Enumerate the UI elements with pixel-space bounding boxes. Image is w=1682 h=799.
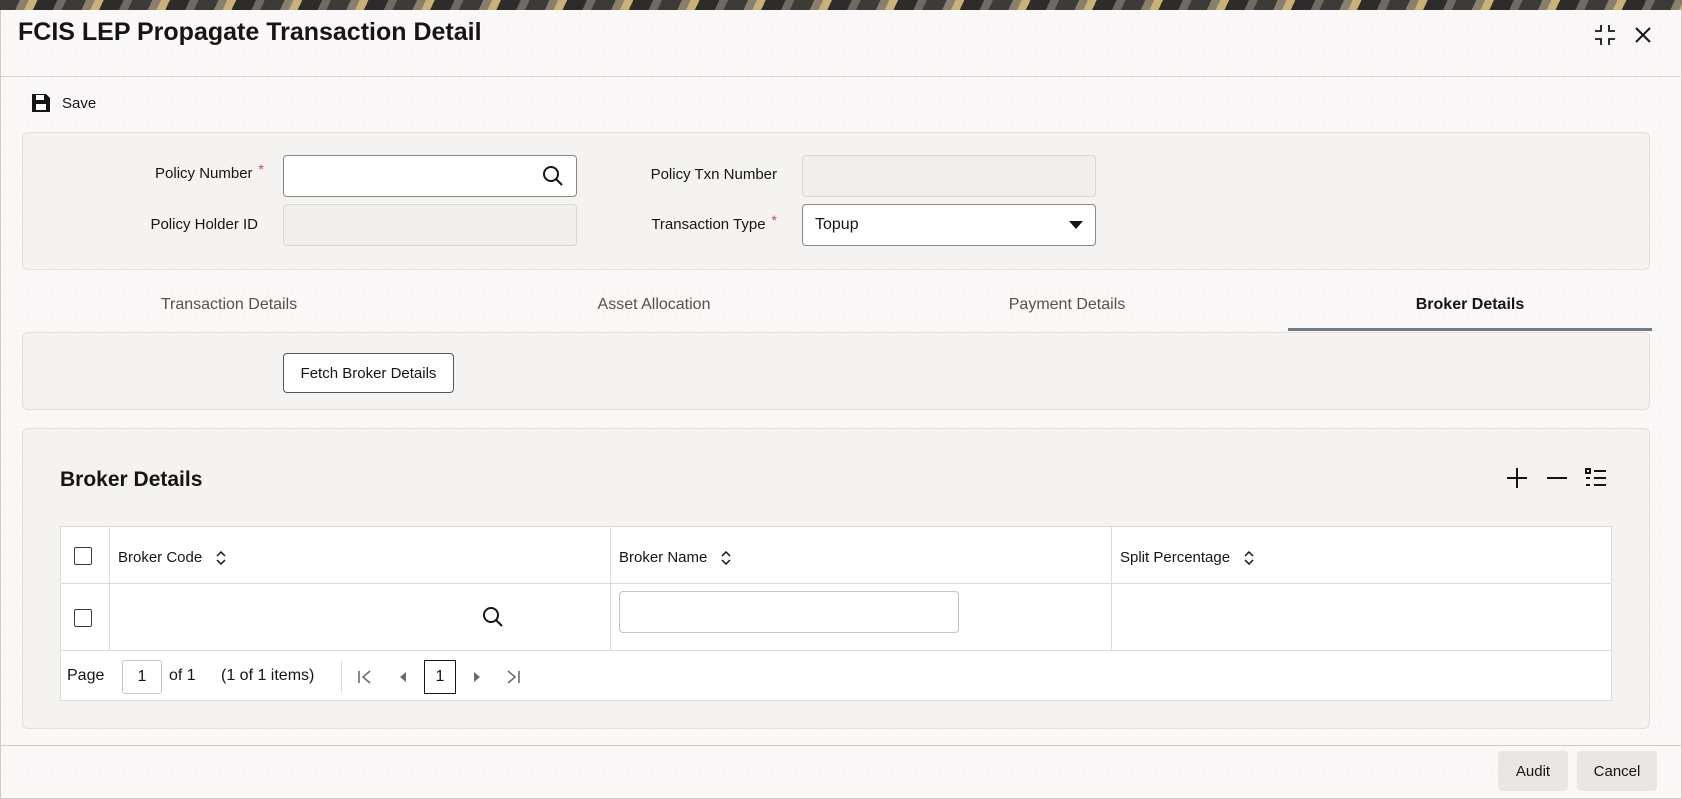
column-header-broker-code[interactable]: Broker Code [118,549,226,566]
row-checkbox[interactable] [74,609,92,627]
delete-row-icon[interactable] [1545,466,1569,495]
policy-holder-id-field [283,204,577,246]
tab-transaction-details[interactable]: Transaction Details [120,296,338,314]
cancel-button[interactable]: Cancel [1577,751,1657,791]
add-row-icon[interactable] [1505,466,1529,495]
footer-divider [0,745,1682,746]
select-all-checkbox[interactable] [74,547,92,565]
transaction-type-select[interactable]: Topup [802,204,1096,246]
items-count-label: (1 of 1 items) [221,667,315,684]
top-banner [0,0,1682,10]
next-page-icon[interactable] [471,671,483,683]
pagination-bar: Page 1 of 1 (1 of 1 items) 1 [61,650,1611,702]
sort-icon[interactable] [721,550,731,565]
last-page-icon[interactable] [505,669,521,685]
list-view-icon[interactable] [1584,466,1608,495]
broker-name-input[interactable] [619,591,959,633]
page-title: FCIS LEP Propagate Transaction Detail [18,18,482,46]
col-divider [1111,527,1112,650]
first-page-icon[interactable] [357,669,373,685]
transaction-type-label: Transaction Type * [651,212,777,233]
broker-details-title: Broker Details [60,468,203,491]
page-label: Page [67,667,105,684]
pager-divider [341,661,342,693]
sort-icon[interactable] [216,550,226,565]
column-header-split-percentage[interactable]: Split Percentage [1120,549,1254,566]
minimize-icon[interactable] [1590,20,1620,50]
fetch-broker-details-button[interactable]: Fetch Broker Details [283,353,454,393]
tab-asset-allocation[interactable]: Asset Allocation [545,296,763,314]
col-divider [610,527,611,650]
policy-panel [22,132,1650,270]
active-tab-indicator [1288,328,1652,331]
col-divider [109,527,110,650]
tab-broker-details[interactable]: Broker Details [1361,296,1579,314]
broker-code-cell[interactable] [118,598,598,638]
policy-txn-number-label: Policy Txn Number [650,166,777,183]
caret-down-icon [1069,221,1083,229]
column-header-broker-name[interactable]: Broker Name [619,549,731,566]
save-button[interactable]: Save [30,92,96,114]
policy-txn-number-field [802,155,1096,197]
tab-payment-details[interactable]: Payment Details [958,296,1176,314]
policy-holder-id-label: Policy Holder ID [150,216,258,233]
policy-number-input[interactable] [283,155,577,197]
current-page-button[interactable]: 1 [424,660,456,694]
close-icon[interactable] [1628,20,1658,50]
broker-grid: Broker Code Broker Name Split Percentage… [60,526,1612,701]
save-label: Save [62,94,97,112]
title-divider [0,76,1682,77]
audit-button[interactable]: Audit [1498,751,1568,791]
search-icon[interactable] [542,165,564,187]
sort-icon[interactable] [1244,550,1254,565]
page-number-input[interactable]: 1 [122,660,162,694]
policy-number-label: Policy Number * [155,161,264,182]
page-count-label: of 1 [169,667,196,684]
search-icon[interactable] [482,606,504,628]
header-divider [61,583,1611,584]
fetch-panel [22,332,1650,410]
save-icon [32,94,50,112]
previous-page-icon[interactable] [397,671,409,683]
